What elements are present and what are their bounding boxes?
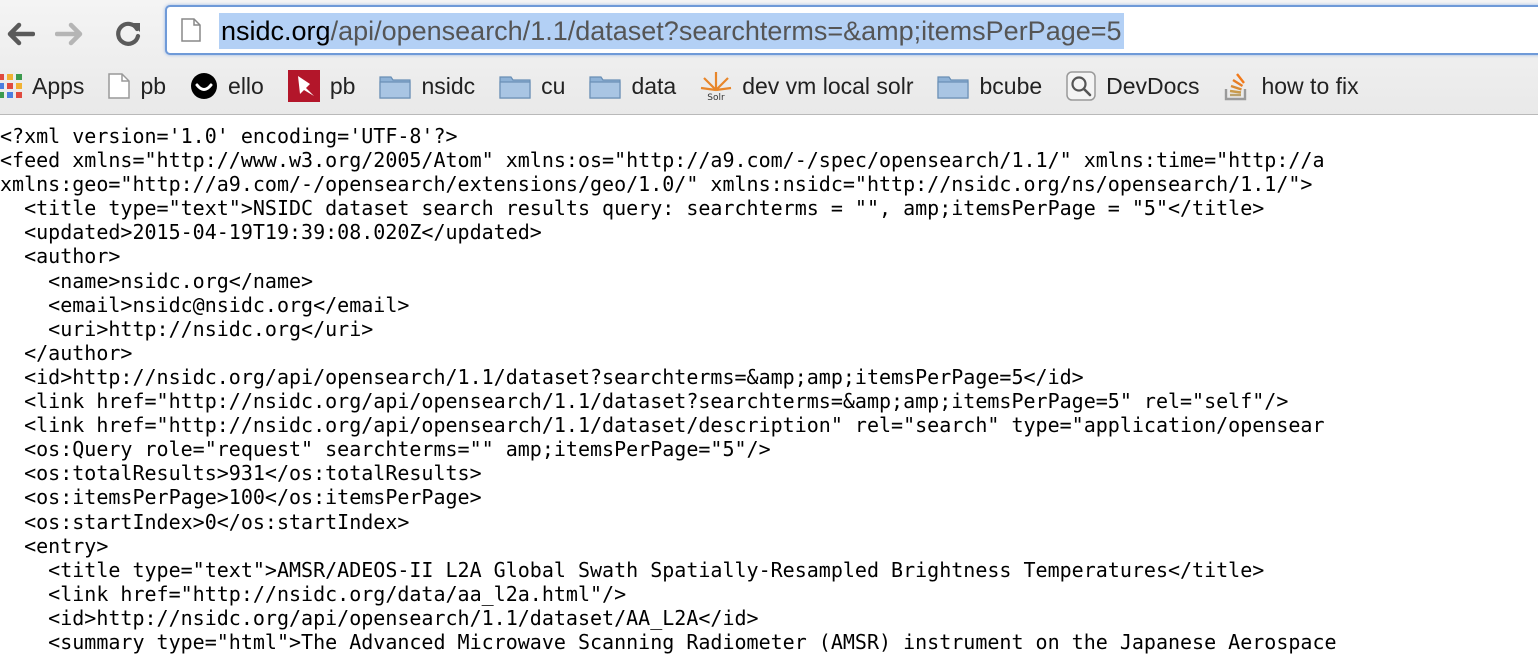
bookmarks-bar: Apps pb ello pb nsidc cu data Solr dev v… — [0, 62, 1538, 110]
bookmark-ello[interactable]: ello — [190, 64, 270, 108]
reload-button[interactable] — [108, 14, 148, 54]
xml-line: <uri>http://nsidc.org</uri> — [0, 316, 374, 341]
bookmark-folder-data[interactable]: data — [589, 64, 682, 108]
xml-line: <feed xmlns="http://www.w3.org/2005/Atom… — [0, 148, 1325, 173]
xml-line: <title type="text">NSIDC dataset search … — [0, 196, 1265, 221]
bookmark-label: ello — [228, 72, 264, 99]
bookmark-label: Apps — [32, 72, 85, 99]
address-bar[interactable]: nsidc.org/api/opensearch/1.1/dataset?sea… — [165, 5, 1538, 55]
bookmark-apps[interactable]: Apps — [0, 64, 90, 108]
folder-icon — [589, 73, 622, 99]
reload-icon — [116, 21, 141, 46]
bookmark-devdocs[interactable]: DevDocs — [1066, 64, 1205, 108]
bookmark-label: nsidc — [421, 72, 476, 99]
bookmark-label: data — [631, 72, 677, 99]
bookmark-folder-cu[interactable]: cu — [499, 64, 571, 108]
bookmark-pb[interactable]: pb — [108, 64, 172, 108]
xml-line: <os:Query role="request" searchterms="" … — [0, 437, 771, 462]
bookmark-folder-bcube[interactable]: bcube — [937, 64, 1048, 108]
xml-line: <os:startIndex>0</os:startIndex> — [0, 509, 410, 534]
bookmark-label: DevDocs — [1106, 72, 1200, 99]
xml-line: <updated>2015-04-19T19:39:08.020Z</updat… — [0, 220, 542, 245]
xml-source-view: <?xml version='1.0' encoding='UTF-8'?> <… — [0, 124, 1538, 654]
bookmark-label: cu — [541, 72, 566, 99]
apps-grid-icon — [0, 74, 22, 98]
xml-line: <os:itemsPerPage>100</os:itemsPerPage> — [0, 485, 482, 510]
bookmark-label: how to fix — [1261, 72, 1359, 99]
xml-line: <?xml version='1.0' encoding='UTF-8'?> — [0, 124, 458, 148]
solr-icon: Solr — [700, 70, 732, 102]
xml-line: <author> — [0, 244, 121, 269]
page-icon — [181, 18, 201, 42]
xml-line: <link href="http://nsidc.org/api/opensea… — [0, 389, 1289, 414]
bookmark-label: bcube — [979, 72, 1043, 99]
bookmark-pb-pin[interactable]: pb — [287, 64, 362, 108]
xml-line: <entry> — [0, 533, 109, 558]
xml-line: <os:totalResults>931</os:totalResults> — [0, 461, 482, 486]
xml-line: xmlns:geo="http://a9.com/-/opensearch/ex… — [0, 172, 1313, 197]
forward-button[interactable] — [50, 14, 90, 54]
arrow-right-icon — [55, 22, 83, 46]
ello-smile-icon — [190, 72, 218, 100]
folder-icon — [379, 73, 412, 99]
xml-line: <title type="text">AMSR/ADEOS-II L2A Glo… — [0, 557, 1265, 582]
bookmark-label: pb — [140, 72, 167, 99]
bookmark-how-to-fix[interactable]: how to fix — [1223, 64, 1364, 108]
xml-line: <name>nsidc.org</name> — [0, 268, 314, 293]
svg-text:Solr: Solr — [707, 93, 725, 102]
stackoverflow-icon — [1223, 71, 1251, 101]
folder-icon — [937, 73, 970, 99]
page-icon — [108, 73, 131, 99]
pushpin-icon — [287, 70, 320, 102]
xml-line: <link href="http://nsidc.org/data/aa_l2a… — [0, 581, 627, 606]
bookmark-folder-nsidc[interactable]: nsidc — [379, 64, 481, 108]
bookmark-label: dev vm local solr — [742, 72, 914, 99]
folder-icon — [499, 73, 531, 99]
back-button[interactable] — [0, 14, 40, 54]
xml-line: <id>http://nsidc.org/api/opensearch/1.1/… — [0, 605, 759, 630]
xml-line: <link href="http://nsidc.org/api/opensea… — [0, 413, 1325, 438]
bookmark-dev-vm-local-solr[interactable]: Solr dev vm local solr — [700, 64, 919, 108]
xml-line: <id>http://nsidc.org/api/opensearch/1.1/… — [0, 364, 1084, 389]
url-path: /api/opensearch/1.1/dataset?searchterms=… — [330, 16, 1122, 46]
url-host: nsidc.org — [221, 16, 331, 46]
arrow-left-icon — [7, 22, 35, 46]
url-text[interactable]: nsidc.org/api/opensearch/1.1/dataset?sea… — [219, 13, 1124, 49]
xml-line: <email>nsidc@nsidc.org</email> — [0, 292, 410, 317]
magnifier-icon — [1066, 71, 1096, 101]
xml-line: <summary type="html">The Advanced Microw… — [0, 629, 1337, 654]
browser-toolbar: nsidc.org/api/opensearch/1.1/dataset?sea… — [0, 0, 1538, 115]
bookmark-label: pb — [329, 72, 356, 99]
xml-line: </author> — [0, 340, 133, 365]
